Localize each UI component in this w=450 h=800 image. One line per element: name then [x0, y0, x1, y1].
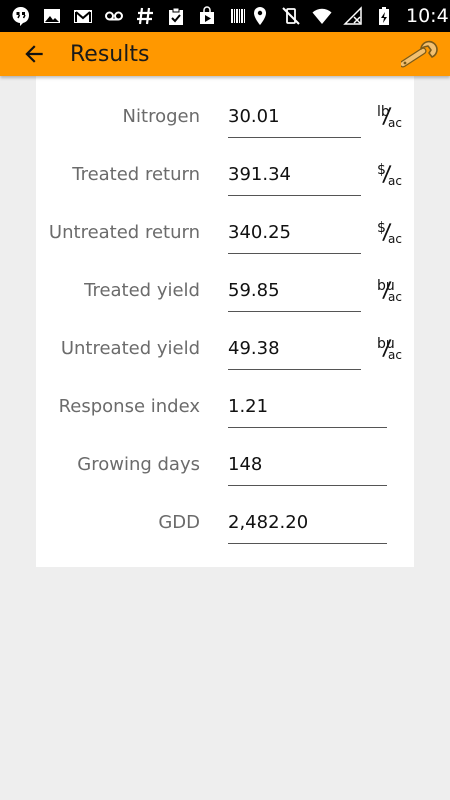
- results-card: Nitrogen 30.01 lb / ac Treated return 391.…: [36, 76, 414, 567]
- wifi-icon: [311, 5, 333, 27]
- result-row-untreated-yield: Untreated yield 49.38 bu / ac: [36, 320, 414, 378]
- result-row-response-index: Response index 1.21: [36, 378, 414, 436]
- value-field[interactable]: 49.38: [228, 338, 280, 359]
- value-field[interactable]: 148: [228, 454, 262, 475]
- result-row-gdd: GDD 2,482.20: [36, 494, 414, 552]
- field-underline: [228, 369, 361, 370]
- wrench-icon: [401, 40, 438, 68]
- field-label: Untreated return: [48, 222, 200, 243]
- clock: 10:46: [406, 5, 450, 27]
- result-row-treated-return: Treated return 391.34 $ / ac: [36, 146, 414, 204]
- image-icon: [41, 5, 63, 27]
- notification-icons: [10, 5, 249, 27]
- result-row-growing-days: Growing days 148: [36, 436, 414, 494]
- result-row-nitrogen: Nitrogen 30.01 lb / ac: [36, 88, 414, 146]
- status-bar: 10:46: [0, 0, 450, 32]
- field-label: Nitrogen: [122, 106, 200, 127]
- field-label: Treated yield: [84, 280, 200, 301]
- result-row-untreated-return: Untreated return 340.25 $ / ac: [36, 204, 414, 262]
- play-store-icon: [196, 5, 218, 27]
- back-button[interactable]: [6, 32, 62, 76]
- field-label: Response index: [58, 396, 200, 417]
- field-label: GDD: [158, 512, 200, 533]
- result-row-treated-yield: Treated yield 59.85 bu / ac: [36, 262, 414, 320]
- field-underline: [228, 311, 361, 312]
- field-label: Growing days: [77, 454, 200, 475]
- field-underline: [228, 485, 387, 486]
- settings-button[interactable]: [396, 32, 444, 76]
- value-field[interactable]: 391.34: [228, 164, 291, 185]
- field-label: Treated return: [72, 164, 200, 185]
- hangouts-icon: [10, 5, 32, 27]
- field-underline: [228, 427, 387, 428]
- unit-label: $ / ac: [377, 161, 402, 188]
- location-icon: [249, 5, 271, 27]
- page-title: Results: [70, 41, 150, 67]
- field-underline: [228, 543, 387, 544]
- field-underline: [228, 253, 361, 254]
- arrow-back-icon: [25, 45, 43, 63]
- gmail-icon: [72, 5, 94, 27]
- field-underline: [228, 195, 361, 196]
- system-icons: 10:46: [249, 5, 450, 27]
- unit-label: bu / ac: [377, 277, 402, 304]
- unit-label: lb / ac: [377, 103, 402, 130]
- barcode-icon: [227, 5, 249, 27]
- clipboard-check-icon: [165, 5, 187, 27]
- unit-label: bu / ac: [377, 335, 402, 362]
- value-field[interactable]: 1.21: [228, 396, 268, 417]
- battery-charging-icon: [373, 5, 395, 27]
- value-field[interactable]: 340.25: [228, 222, 291, 243]
- value-field[interactable]: 30.01: [228, 106, 280, 127]
- value-field[interactable]: 2,482.20: [228, 512, 308, 533]
- hashtag-icon: [134, 5, 156, 27]
- vibrate-off-icon: [280, 5, 302, 27]
- app-toolbar: Results: [0, 32, 450, 76]
- voicemail-icon: [103, 5, 125, 27]
- no-signal-icon: [342, 5, 364, 27]
- field-underline: [228, 137, 361, 138]
- field-label: Untreated yield: [60, 338, 200, 359]
- unit-label: $ / ac: [377, 219, 402, 246]
- value-field[interactable]: 59.85: [228, 280, 280, 301]
